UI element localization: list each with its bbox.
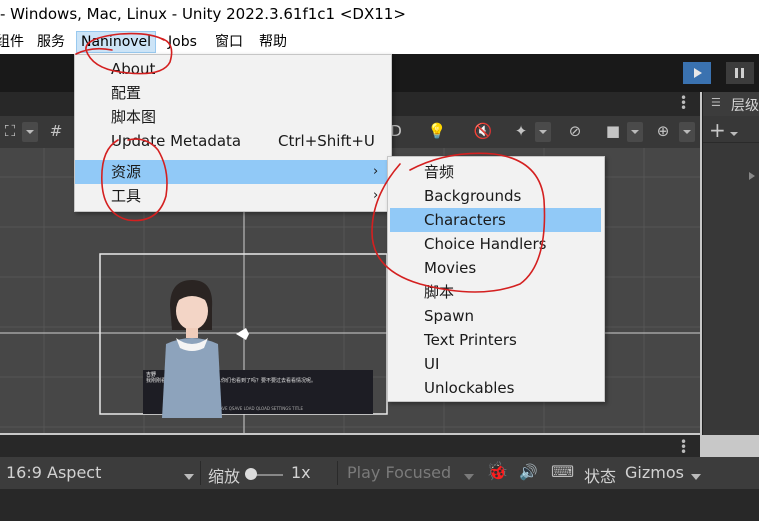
annotation-overlay (75, 32, 546, 293)
annotation-stroke-naninovel (75, 47, 113, 55)
annotation-circle-characters (371, 152, 546, 293)
annotation-circle-resources (101, 138, 168, 222)
annotation-circle-naninovel (85, 32, 173, 75)
